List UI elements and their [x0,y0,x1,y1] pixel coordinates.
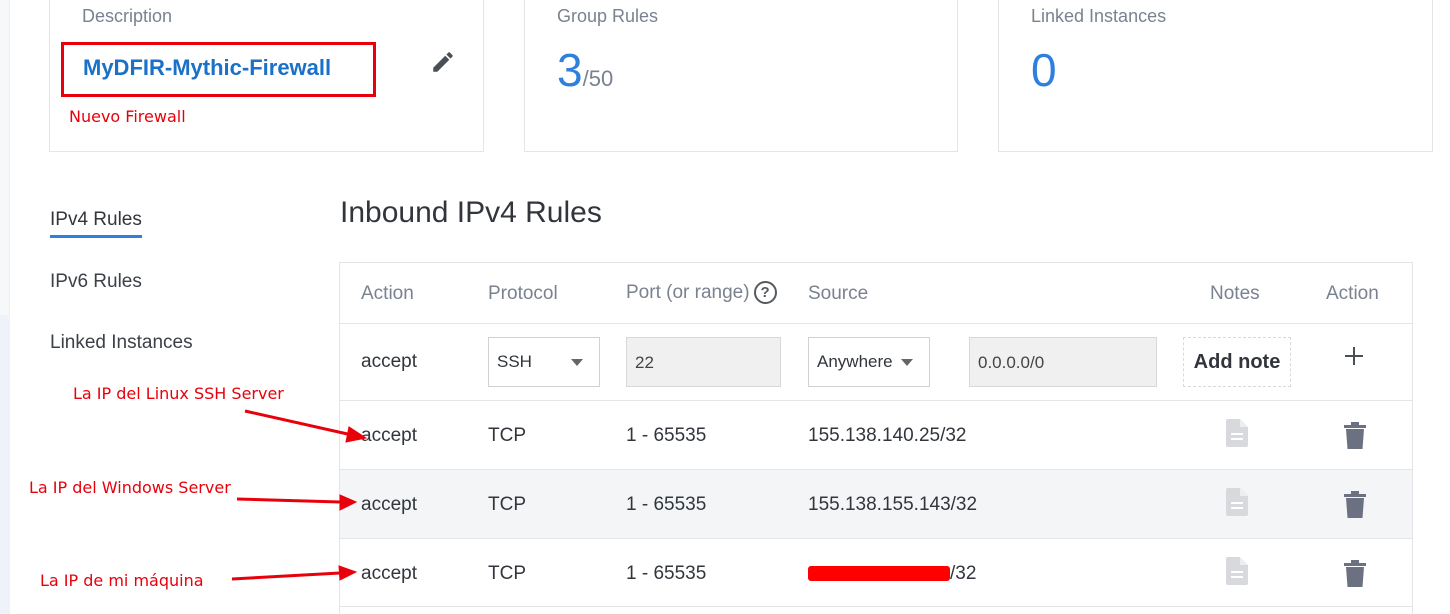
trash-icon[interactable] [1344,422,1366,449]
rule-action: accept [361,494,417,515]
note-icon[interactable] [1226,419,1248,447]
annotation-my-machine: La IP de mi máquina [40,571,204,590]
firewall-name: MyDFIR-Mythic-Firewall [83,55,332,80]
new-rule-row: accept SSH 22 Anywhere 0.0.0.0/0 Add not… [340,323,1412,400]
header-port: Port (or range)? [626,281,777,304]
linked-instances-count: 0 [1031,44,1057,96]
group-rules-max: /50 [582,66,614,91]
table-row: accept TCP 1 - 65535 155.138.140.25/32 [340,400,1412,469]
rule-action: accept [361,563,417,584]
section-title: Inbound IPv4 Rules [340,196,602,229]
annotation-linux-ssh: La IP del Linux SSH Server [73,384,284,403]
help-icon[interactable]: ? [753,281,777,304]
group-rules-value: 3 [557,44,583,96]
description-card: Description MyDFIR-Mythic-Firewall [49,0,484,152]
group-rules-count: 3/50 [557,47,613,93]
sidebar-item-ipv6-rules[interactable]: IPv6 Rules [50,271,142,293]
new-rule-action[interactable]: accept [361,351,417,373]
rule-action: accept [361,425,417,446]
port-field[interactable]: 22 [626,337,781,387]
header-notes: Notes [1210,283,1260,304]
group-rules-label: Group Rules [557,6,659,26]
protocol-select[interactable]: SSH [488,337,600,387]
linked-instances-label: Linked Instances [1031,6,1167,26]
arrow-linux-ssh [244,409,353,437]
chevron-down-icon [901,359,913,366]
rule-source: 155.138.155.143/32 [808,494,978,515]
linked-instances-card: Linked Instances 0 [998,0,1433,152]
rule-protocol: TCP [488,563,526,584]
header-protocol: Protocol [488,283,558,304]
note-icon[interactable] [1226,557,1248,585]
rule-source: /32 [950,563,977,584]
header-action: Action [361,283,414,304]
add-note-button[interactable]: Add note [1183,337,1291,387]
arrow-windows-server [236,497,341,504]
group-rules-card: Group Rules 3/50 [524,0,958,152]
rules-table: Action Protocol Port (or range)? Source … [339,262,1413,614]
rule-source: 155.138.140.25/32 [808,425,967,446]
header-source: Source [808,283,869,304]
protocol-select-value: SSH [497,352,532,371]
table-row: accept TCP 1 - 65535 /32 [340,538,1412,607]
rule-port: 1 - 65535 [626,425,707,446]
chevron-down-icon [571,359,583,366]
arrow-my-machine [231,571,341,581]
source-value-field[interactable]: 0.0.0.0/0 [969,337,1157,387]
left-strip [0,0,10,614]
table-row: accept TCP 1 - 65535 155.138.155.143/32 [340,469,1412,538]
add-rule-plus-icon[interactable] [1342,344,1366,368]
sidebar-item-ipv4-rules[interactable]: IPv4 Rules [50,209,142,238]
rule-port: 1 - 65535 [626,563,707,584]
redacted-ip [808,566,950,581]
description-label: Description [82,6,173,26]
rule-protocol: TCP [488,494,526,515]
left-strip-accent [0,315,10,614]
source-type-value: Anywhere [817,352,893,371]
header-row-action: Action [1326,283,1379,304]
header-port-label: Port (or range) [626,282,750,303]
trash-icon[interactable] [1344,560,1366,587]
annotation-firewall-note: Nuevo Firewall [69,107,186,126]
edit-pencil-icon[interactable] [430,49,456,75]
rule-port: 1 - 65535 [626,494,707,515]
sidebar-item-linked-instances[interactable]: Linked Instances [50,332,193,354]
source-type-select[interactable]: Anywhere [808,337,930,387]
annotation-windows-server: La IP del Windows Server [29,478,231,497]
trash-icon[interactable] [1344,491,1366,518]
rule-protocol: TCP [488,425,526,446]
note-icon[interactable] [1226,488,1248,516]
